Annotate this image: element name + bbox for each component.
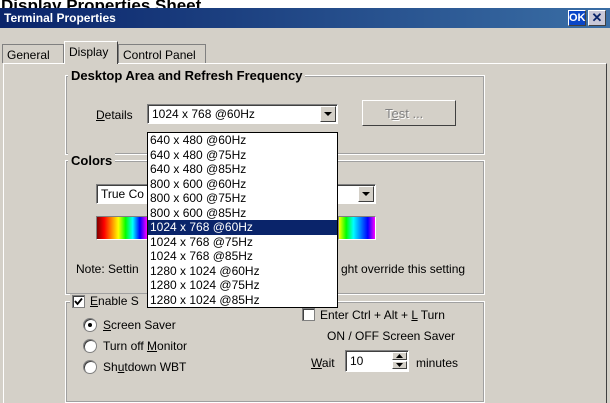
chevron-up-icon <box>396 354 403 358</box>
test-button[interactable]: Test ... <box>362 100 456 126</box>
wait-minutes-value: 10 <box>350 354 364 368</box>
hotkey-checkbox[interactable] <box>302 308 315 321</box>
radio-shutdown-wbt-label: Shutdown WBT <box>103 360 187 374</box>
hotkey-label-line1: Enter Ctrl + Alt + L Turn <box>320 308 445 322</box>
dropdown-option[interactable]: 800 x 600 @75Hz <box>148 191 337 206</box>
radio-selected-dot <box>88 323 92 327</box>
color-spectrum-right <box>338 216 376 240</box>
checkmark-icon <box>74 297 83 306</box>
radio-turn-off-monitor[interactable] <box>83 339 97 353</box>
close-icon: ✕ <box>591 10 603 25</box>
tab-control-panel-label: Control Panel <box>123 48 196 62</box>
test-button-label: Test ... <box>385 106 424 121</box>
dropdown-option[interactable]: 1280 x 1024 @75Hz <box>148 278 337 293</box>
enable-screensaver-checkbox[interactable] <box>72 295 85 308</box>
terminal-properties-window: Terminal Properties OK ✕ General Display… <box>0 8 610 403</box>
dropdown-option[interactable]: 1024 x 768 @75Hz <box>148 235 337 250</box>
tab-control-panel[interactable]: Control Panel <box>118 44 206 63</box>
dropdown-option[interactable]: 1280 x 1024 @60Hz <box>148 264 337 279</box>
ok-label: OK <box>569 12 586 24</box>
details-dropdown-button[interactable] <box>320 106 336 122</box>
dropdown-option[interactable]: 800 x 600 @85Hz <box>148 206 337 221</box>
details-label: Details <box>96 108 133 122</box>
colors-group-title: Colors <box>68 153 116 168</box>
radio-screen-saver[interactable] <box>83 318 97 332</box>
radio-turn-off-monitor-label: Turn off Monitor <box>103 339 188 353</box>
tab-general-label: General <box>7 48 50 62</box>
dropdown-option[interactable]: 1280 x 1024 @85Hz <box>148 293 337 308</box>
desktop-area-group-title: Desktop Area and Refresh Frequency <box>68 68 306 83</box>
close-button[interactable]: ✕ <box>588 10 606 26</box>
title-bar[interactable]: Terminal Properties OK ✕ <box>0 8 610 28</box>
color-spectrum-left <box>96 216 148 240</box>
minutes-label: minutes <box>416 356 459 370</box>
dropdown-option[interactable]: 1024 x 768 @85Hz <box>148 249 337 264</box>
radio-shutdown-wbt[interactable] <box>83 360 97 374</box>
dropdown-option[interactable]: 640 x 480 @75Hz <box>148 148 337 163</box>
colors-dropdown-button[interactable] <box>358 186 374 202</box>
ok-button[interactable]: OK <box>568 10 586 26</box>
hotkey-label-line2: ON / OFF Screen Saver <box>327 329 456 343</box>
tab-display-label: Display <box>69 45 109 59</box>
spin-up-button[interactable] <box>392 352 407 360</box>
details-dropdown-list[interactable]: 640 x 480 @60Hz 640 x 480 @75Hz 640 x 480 … <box>147 132 338 308</box>
wait-label: Wait <box>311 356 335 370</box>
radio-screen-saver-label: Screen Saver <box>103 318 176 332</box>
enable-screensaver-row[interactable]: Enable S <box>70 294 148 310</box>
dropdown-option[interactable]: 640 x 480 @60Hz <box>148 133 337 148</box>
colors-note-left: Note: Settin <box>76 262 139 276</box>
tab-general[interactable]: General <box>2 44 64 63</box>
dropdown-option[interactable]: 640 x 480 @85Hz <box>148 162 337 177</box>
colors-selected-value: True Co <box>101 187 144 201</box>
chevron-down-icon <box>362 192 370 196</box>
chevron-down-icon <box>324 112 332 116</box>
tab-display[interactable]: Display <box>64 41 118 64</box>
wait-minutes-spinbox[interactable]: 10 <box>345 350 409 372</box>
details-selected-value: 1024 x 768 @60Hz <box>152 107 255 121</box>
spin-down-button[interactable] <box>392 361 407 369</box>
details-combobox[interactable]: 1024 x 768 @60Hz <box>147 104 338 124</box>
dropdown-option[interactable]: 1024 x 768 @60Hz <box>148 220 337 235</box>
colors-note-right: ght override this setting <box>341 262 466 276</box>
dropdown-option[interactable]: 800 x 600 @60Hz <box>148 177 337 192</box>
window-title: Terminal Properties <box>4 11 116 25</box>
enable-screensaver-label: Enable S <box>90 294 139 308</box>
chevron-down-icon <box>396 363 403 367</box>
